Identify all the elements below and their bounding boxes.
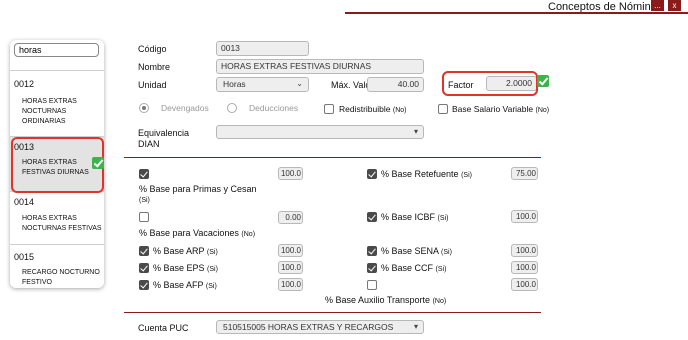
vacaciones-field[interactable]: 0.00 <box>278 211 303 224</box>
afp-field[interactable]: 100.0 <box>278 278 303 291</box>
primas-checkbox[interactable] <box>139 169 149 179</box>
item-code: 0014 <box>14 197 35 207</box>
retefuente-suffix: (Si) <box>461 172 472 179</box>
vacaciones-checkbox[interactable] <box>139 212 149 222</box>
list-item[interactable]: 0012 HORAS EXTRAS NOCTURNAS ORDINARIAS <box>10 71 104 136</box>
deducciones-label: Deducciones <box>249 103 299 113</box>
arp-suffix: (Si) <box>206 249 218 256</box>
icbf-checkbox[interactable] <box>367 212 377 222</box>
retefuente-label: % Base Retefuente (Si) <box>381 169 472 179</box>
aux-transporte-label: % Base Auxilio Transporte (No) <box>325 295 446 305</box>
base-salario-checkbox[interactable] <box>438 104 448 114</box>
sena-text: % Base SENA <box>381 246 439 256</box>
ccf-suffix: (Si) <box>435 266 447 273</box>
codigo-label: Código <box>138 44 167 54</box>
minimize-button[interactable]: ... <box>651 0 664 11</box>
chevron-down-icon: ⌄ <box>296 79 303 88</box>
ccf-text: % Base CCF <box>381 263 434 273</box>
base-salario-text: Base Salario Variable <box>452 104 534 114</box>
eps-text: % Base EPS <box>153 263 205 273</box>
section-divider <box>124 157 541 158</box>
section-divider <box>124 312 541 313</box>
afp-suffix: (Si) <box>205 283 217 290</box>
search-input[interactable] <box>14 43 99 57</box>
primas-field[interactable]: 100.0 <box>278 167 303 180</box>
title-divider <box>345 12 688 14</box>
item-description: RECARGO NOCTURNO FESTIVO <box>22 269 100 286</box>
unidad-value: Horas <box>223 79 246 89</box>
icbf-text: % Base ICBF <box>381 212 436 222</box>
afp-checkbox[interactable] <box>139 280 149 290</box>
cuenta-puc-value: 510515005 HORAS EXTRAS Y RECARGOS <box>223 322 394 332</box>
sena-checkbox[interactable] <box>367 246 377 256</box>
eps-label: % Base EPS (Si) <box>153 263 218 273</box>
icbf-field[interactable]: 100.0 <box>511 210 538 223</box>
chevron-down-icon: ▾ <box>413 127 418 136</box>
sena-label: % Base SENA (Si) <box>381 246 452 256</box>
aux-transporte-text: % Base Auxilio Transporte <box>325 295 431 305</box>
chevron-down-icon: ▾ <box>413 322 418 331</box>
unidad-select[interactable]: Horas ⌄ <box>216 77 309 92</box>
ccf-checkbox[interactable] <box>367 263 377 273</box>
eps-suffix: (Si) <box>207 266 218 273</box>
arp-checkbox[interactable] <box>139 246 149 256</box>
primas-label: % Base para Primas y Cesan <box>139 184 257 194</box>
retefuente-text: % Base Retefuente <box>381 169 459 179</box>
list-item[interactable]: 0015 RECARGO NOCTURNO FESTIVO <box>10 245 104 288</box>
factor-highlight <box>442 71 538 96</box>
cuenta-puc-label: Cuenta PUC <box>138 323 189 333</box>
item-description: HORAS EXTRAS NOCTURNAS ORDINARIAS <box>22 98 77 125</box>
deducciones-radio[interactable] <box>227 103 237 113</box>
primas-suffix: (Si) <box>139 197 150 204</box>
arp-label: % Base ARP (Si) <box>153 246 218 256</box>
ccf-label: % Base CCF (Si) <box>381 263 446 273</box>
redistribuible-suffix: (No) <box>392 107 407 114</box>
arp-field[interactable]: 100.0 <box>278 244 303 257</box>
vacaciones-text: % Base para Vacaciones <box>139 228 239 238</box>
unidad-label: Unidad <box>138 80 167 90</box>
redistribuible-label: Redistribuible (No) <box>339 104 407 114</box>
redistribuible-checkbox[interactable] <box>324 104 334 114</box>
afp-text: % Base AFP <box>153 280 204 290</box>
item-code: 0015 <box>14 252 35 262</box>
redistribuible-text: Redistribuible <box>339 104 391 114</box>
devengados-radio[interactable] <box>139 103 149 113</box>
base-salario-label: Base Salario Variable (No) <box>452 104 549 114</box>
aux-transporte-checkbox[interactable] <box>367 280 377 290</box>
eps-checkbox[interactable] <box>139 263 149 273</box>
devengados-label: Devengados <box>161 103 209 113</box>
retefuente-checkbox[interactable] <box>367 169 377 179</box>
icbf-label: % Base ICBF (Si) <box>381 212 448 222</box>
check-icon <box>92 157 104 169</box>
vacaciones-label: % Base para Vacaciones (No) <box>139 228 255 238</box>
cuenta-puc-select[interactable]: 510515005 HORAS EXTRAS Y RECARGOS ▾ <box>216 320 424 334</box>
nombre-label: Nombre <box>138 62 171 72</box>
vacaciones-suffix: (No) <box>241 231 256 238</box>
codigo-field[interactable]: 0013 <box>216 41 309 56</box>
base-salario-suffix: (No) <box>535 107 550 114</box>
dian-label: DIAN <box>138 139 160 149</box>
equivalencia-label: Equivalencia <box>138 128 190 138</box>
sena-suffix: (Si) <box>441 249 452 256</box>
selected-item-highlight <box>11 137 104 193</box>
item-description: HORAS EXTRAS NOCTURNAS FESTIVAS <box>22 215 102 232</box>
sena-field[interactable]: 100.0 <box>511 244 538 257</box>
retefuente-field[interactable]: 75.00 <box>511 167 538 180</box>
close-button[interactable]: x <box>668 0 681 11</box>
equivalencia-select[interactable]: ▾ <box>216 125 424 139</box>
eps-field[interactable]: 100.0 <box>278 261 303 274</box>
nombre-field[interactable]: HORAS EXTRAS FESTIVAS DIURNAS <box>216 59 424 74</box>
aux-transporte-suffix: (No) <box>432 298 447 305</box>
aux-transporte-field[interactable]: 100.0 <box>511 278 538 291</box>
max-valor-field[interactable]: 40.00 <box>367 77 424 92</box>
check-icon <box>537 75 549 87</box>
afp-label: % Base AFP (Si) <box>153 280 217 290</box>
ccf-field[interactable]: 100.0 <box>511 261 538 274</box>
list-item[interactable]: 0014 HORAS EXTRAS NOCTURNAS FESTIVAS <box>10 192 104 242</box>
arp-text: % Base ARP <box>153 246 205 256</box>
icbf-suffix: (Si) <box>437 215 449 222</box>
item-code: 0012 <box>14 79 35 89</box>
